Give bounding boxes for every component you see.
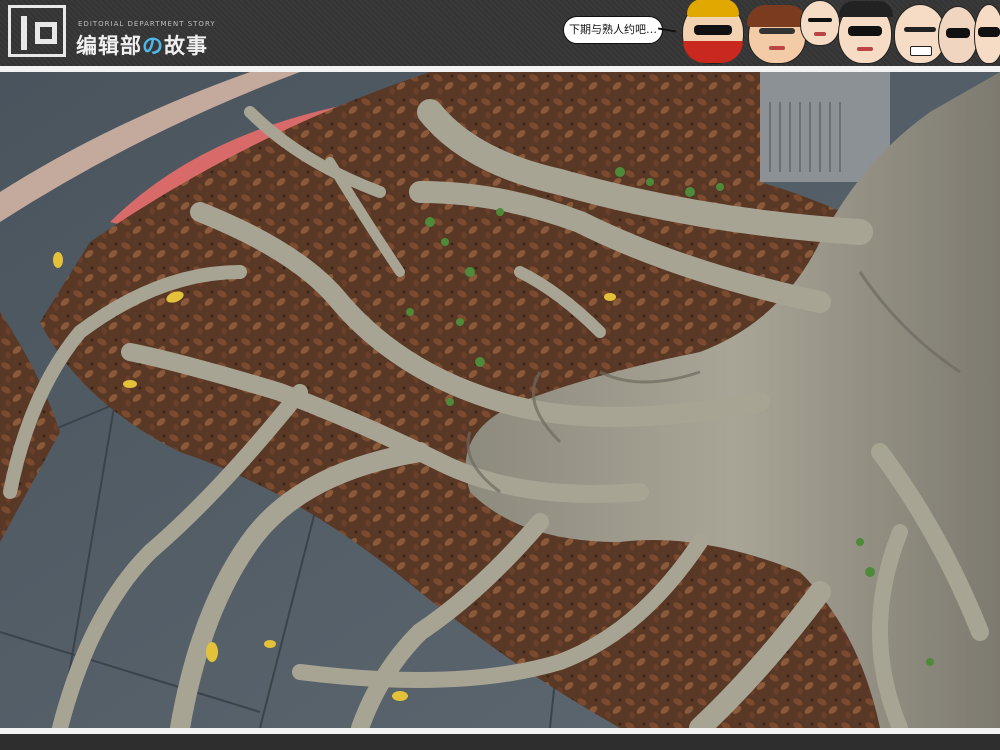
site-header: EDITORIAL DEPARTMENT STORY 编辑部の故事 下期与熟人约…	[0, 0, 1000, 66]
avatar-sunglasses-character-icon	[838, 1, 893, 64]
title-highlight: の	[142, 34, 164, 58]
speech-bubble: 下期与熟人约吧…	[563, 16, 663, 44]
tree-roots-photo	[0, 72, 1000, 728]
logo-subtitle: EDITORIAL DEPARTMENT STORY	[78, 20, 216, 28]
avatar-small-face-icon	[800, 0, 840, 46]
site-title[interactable]: 编辑部の故事	[76, 30, 208, 60]
title-part-1: 编辑部	[76, 34, 142, 58]
title-part-2: 故事	[164, 34, 208, 58]
site-footer	[0, 734, 1000, 750]
avatar-blue-hair-character-icon	[935, 5, 983, 64]
logo-icon[interactable]	[8, 5, 66, 57]
roots-illustration	[0, 72, 1000, 728]
avatar-scarf-character-icon	[682, 0, 744, 64]
character-avatars	[676, 0, 1000, 66]
avatar-brown-hair-character-icon	[747, 5, 807, 64]
avatar-partial-character-icon	[974, 4, 1000, 64]
